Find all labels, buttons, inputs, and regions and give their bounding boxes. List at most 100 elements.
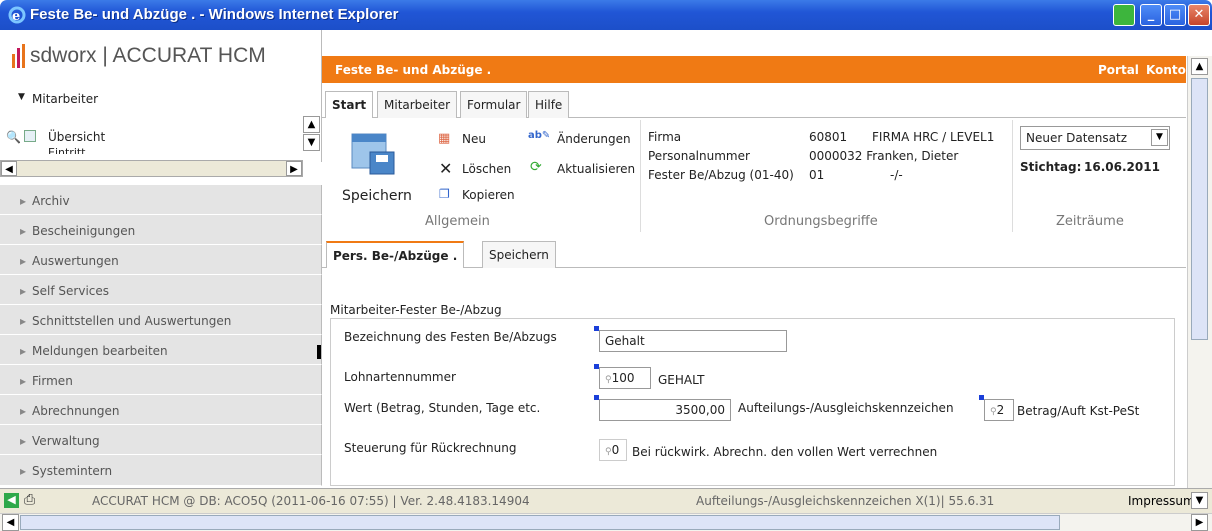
sidebar-item-abrechnungen[interactable]: Abrechnungen [0,395,322,425]
lohnart-value: 100 [611,371,635,385]
tab-mitarbeiter[interactable]: Mitarbeiter [377,91,458,118]
delete-icon: ✕ [439,159,453,178]
divider [1012,120,1013,232]
print-icon[interactable]: ⎙ [24,492,35,508]
stichtag-value: 16.06.2011 [1084,160,1160,174]
back-icon[interactable]: ◀ [4,493,19,508]
ribbon: Speichern ▦ Neu ✕ Löschen ❐ Kopieren ab✎… [322,118,1186,236]
sidebar-item-archiv[interactable]: Archiv [0,185,322,215]
chevron-down-icon[interactable]: ▼ [1191,492,1208,509]
chevron-down-icon[interactable]: ▼ [1151,129,1168,146]
portal-link[interactable]: Portal [1098,63,1139,77]
sidebar-item-verwaltung[interactable]: Verwaltung [0,425,322,455]
group-label-allgemein: Allgemein [425,214,490,229]
konto-link[interactable]: Konto [1146,63,1186,77]
sidebar-item-systemintern[interactable]: Systemintern [0,455,322,486]
main-hscrollbar[interactable]: ◀ ▶ [0,513,1212,531]
aenderungen-button[interactable]: Änderungen [557,132,631,146]
tab-hilfe[interactable]: Hilfe [528,91,570,118]
splitter-handle[interactable] [317,345,321,359]
neu-button[interactable]: Neu [462,132,486,146]
form-section-title: Mitarbeiter-Fester Be-/Abzug [330,303,502,317]
maximize-button[interactable]: □ [1164,4,1186,26]
wert-input[interactable]: 3500,00 [599,399,731,421]
personalnummer-label: Personalnummer [648,149,750,163]
loeschen-button[interactable]: Löschen [462,162,511,176]
scroll-right-icon[interactable]: ▶ [1191,514,1208,531]
page-header: Feste Be- und Abzüge . Portal Konto [322,56,1186,83]
wert-label: Wert (Betrag, Stunden, Tage etc. [344,401,541,415]
new-icon: ▦ [438,131,451,146]
lohnart-input[interactable]: ⚲100 [599,367,651,389]
tab-start[interactable]: Start [325,91,374,118]
scroll-right-icon[interactable]: ▶ [286,161,302,176]
lohnart-label: Lohnartennummer [344,370,456,384]
fba-label: Fester Be/Abzug (01-40) [648,168,794,182]
save-icon [351,133,395,175]
divider [640,120,641,232]
brand-logo-text: sdworx [30,44,97,67]
printer-icon[interactable] [1113,4,1135,26]
sidebar-item-firmen[interactable]: Firmen [0,365,322,395]
scroll-thumb[interactable] [20,515,1060,530]
scroll-up-icon[interactable]: ▲ [303,116,320,133]
status-text: ACCURAT HCM @ DB: ACO5Q (2011-06-16 07:5… [92,494,530,508]
sidebar-item-bescheinigungen[interactable]: Bescheinigungen [0,215,322,245]
aufteilung-value: 2 [996,403,1005,417]
close-button[interactable]: ✕ [1188,4,1210,26]
tree-item-uebersicht[interactable]: Übersicht [48,130,105,144]
minimize-button[interactable]: _ [1140,4,1162,26]
main-vscrollbar[interactable]: ▲ [1187,56,1212,497]
impressum-link[interactable]: Impressum [1128,494,1195,508]
steuerung-label: Steuerung für Rückrechnung [344,441,517,455]
tab-formular[interactable]: Formular [460,91,528,118]
form-area: Mitarbeiter-Fester Be-/Abzug Bezeichnung… [322,268,1186,488]
list-icon [24,130,36,142]
scroll-left-icon[interactable]: ◀ [2,514,19,531]
sidebar-item-meldungen[interactable]: Meldungen bearbeiten [0,335,322,365]
pin-icon: ⚲ [990,407,997,417]
form-tabs: Pers. Be-/Abzüge . Speichern [322,236,1186,268]
steuerung-input[interactable]: ⚲0 [599,439,627,461]
status-bar: ◀ ⎙ ACCURAT HCM @ DB: ACO5Q (2011-06-16 … [0,488,1212,513]
firma-name: FIRMA HRC / LEVEL1 [872,130,995,144]
sidebar-section-label: Mitarbeiter [32,92,99,106]
aufteilung-label: Aufteilungs-/Ausgleichskennzeichen [738,401,954,415]
sidebar-item-auswertungen[interactable]: Auswertungen [0,245,322,275]
scroll-down-icon[interactable]: ▼ [303,134,320,151]
triangle-down-icon: ▼ [18,92,25,102]
scroll-thumb[interactable] [1191,78,1208,340]
brand-product: ACCURAT HCM [112,44,266,67]
sdworx-logo-icon [12,44,25,68]
firma-number: 60801 [809,130,848,144]
status-right-text: Aufteilungs-/Ausgleichskennzeichen X(1)|… [696,494,995,508]
aufteilung-input[interactable]: ⚲2 [984,399,1014,421]
tab-speichern[interactable]: Speichern [482,241,556,268]
datensatz-select[interactable]: Neuer Datensatz ▼ [1020,126,1170,150]
sidebar-item-schnittstellen[interactable]: Schnittstellen und Auswertungen [0,305,322,335]
pin-icon: ⚲ [605,375,612,385]
ie-icon: e [8,6,26,24]
tab-pers-be-abzuege[interactable]: Pers. Be-/Abzüge . [326,241,465,268]
aktualisieren-button[interactable]: Aktualisieren [557,162,635,176]
kopieren-button[interactable]: Kopieren [462,188,515,202]
sidebar-hscrollbar[interactable]: ◀ ▶ [0,160,303,177]
fba-extra: -/- [890,168,903,182]
tree-item-eintritt[interactable]: Eintritt [48,146,86,154]
speichern-button[interactable]: Speichern [342,188,412,204]
window-title: Feste Be- und Abzüge . - Windows Interne… [30,6,399,23]
bezeichnung-label: Bezeichnung des Festen Be/Abzugs [344,330,557,344]
sidebar-tree: 🔍 Übersicht Eintritt ▲ ▼ [0,116,322,162]
aufteilung-text: Betrag/Auft Kst-PeSt [1017,404,1140,418]
steuerung-value: 0 [611,443,620,457]
scroll-left-icon[interactable]: ◀ [1,161,17,176]
bezeichnung-input[interactable]: Gehalt [599,330,787,352]
lohnart-text: GEHALT [658,373,705,387]
logo-area: sdworx | ACCURAT HCM [0,30,322,82]
sidebar-section[interactable]: ▼ Mitarbeiter [0,82,322,116]
sidebar-item-self-services[interactable]: Self Services [0,275,322,305]
scroll-up-icon[interactable]: ▲ [1191,58,1208,75]
personalnummer-value: 0000032 Franken, Dieter [809,149,959,163]
search-icon: 🔍 [6,130,21,144]
spellcheck-icon: ab✎ [528,130,551,141]
